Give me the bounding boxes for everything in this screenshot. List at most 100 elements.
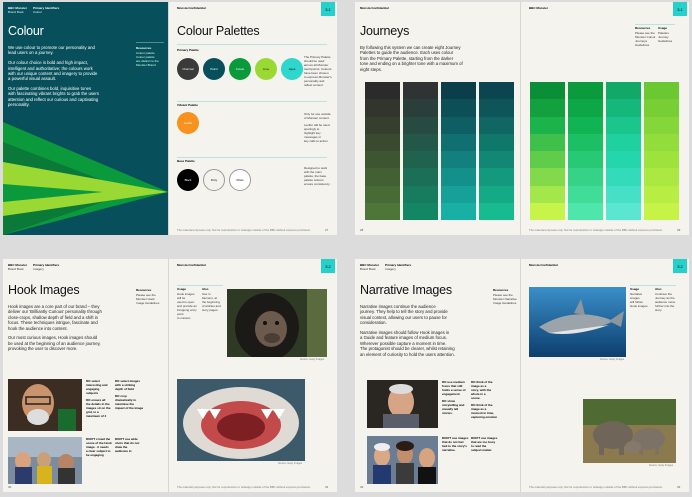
narrative-intro-text: Narrative images continue the audience jo…	[360, 304, 488, 357]
chapter-label: Monsta Confidential	[177, 263, 206, 267]
swatch-black[interactable]: Black	[177, 169, 199, 191]
swatch-aqua[interactable]: Aqua	[281, 58, 303, 80]
text-line: story pages.	[202, 308, 219, 312]
journey-step	[403, 82, 438, 100]
journey-step	[441, 168, 476, 186]
journey-step	[568, 133, 603, 151]
page-fold	[520, 259, 521, 492]
journey-step	[530, 151, 565, 169]
section-tab[interactable]: 3.2	[673, 259, 687, 273]
text-line: personality.	[8, 102, 30, 108]
photo-caption: Source: Getty Images	[649, 464, 674, 467]
also-text: Use in banners, at the beginning of article…	[202, 292, 226, 312]
primary-note: The Primary Palette should be used across …	[304, 55, 334, 87]
resources-text: Please see the Monster Narrative Image Gui…	[493, 293, 519, 305]
hook-photo-people	[8, 437, 82, 484]
journey-step	[479, 151, 514, 169]
text-line: provoking the user to discover more.	[8, 346, 78, 352]
journey-step	[606, 168, 641, 186]
text-line: intriguing entry point	[177, 308, 197, 316]
journey-step	[365, 116, 400, 134]
journey-step	[441, 99, 476, 117]
narrative-photo-elephants	[583, 399, 676, 463]
text-line: audience in	[115, 449, 132, 453]
journey-step	[403, 202, 438, 220]
footer-text: The material purposes only. Not for repr…	[177, 228, 311, 232]
journey-palette-column	[479, 82, 514, 220]
footer-text: The material purposes only. Not for repr…	[529, 228, 663, 232]
journey-step	[606, 116, 641, 134]
swatch-lucifer[interactable]: Lucifer	[177, 112, 199, 134]
text-line: be engaging	[86, 453, 104, 457]
text-line: maximum of 4	[86, 414, 107, 418]
page-number: 28	[360, 228, 364, 232]
text-line: capturing emotion	[471, 415, 498, 419]
rule	[177, 285, 223, 286]
text-line: Hook images.	[630, 304, 649, 308]
base-note: Designed to work with the main palette, th…	[304, 166, 334, 186]
resources-label: Resources	[635, 26, 651, 30]
journey-step	[441, 116, 476, 134]
spread-journeys: Monsta Confidential Journeys By followin…	[355, 2, 689, 235]
brand-line2: Brand Book	[8, 267, 24, 271]
swatch-white[interactable]: White	[229, 169, 251, 191]
text-line: key calls to action.	[304, 139, 329, 143]
journey-step	[530, 99, 565, 117]
journey-step	[365, 133, 400, 151]
journey-palette-column	[568, 82, 603, 220]
colour-intro-text: We use colour to promote our personality…	[8, 45, 128, 108]
narrative-photo-shark	[529, 287, 626, 357]
text-line: Monster Brand	[136, 63, 156, 67]
narrative-photo-group	[367, 436, 438, 484]
journey-step	[568, 151, 603, 169]
journey-step	[441, 82, 476, 100]
also-label: Also	[655, 287, 662, 291]
journey-step	[568, 82, 603, 100]
also-label: Also	[202, 287, 209, 291]
swatch-petrol[interactable]: Petrol	[203, 58, 225, 80]
journey-step	[644, 116, 679, 134]
dont-note-2: DON'T use images that are too busy to read…	[471, 436, 501, 452]
vibrant-note: Only for use outside of Monster content. L…	[304, 112, 334, 143]
journey-step	[644, 99, 679, 117]
page-title: Journeys	[360, 24, 410, 38]
page-fold	[520, 2, 521, 235]
text-line: stories.	[442, 411, 453, 415]
text-line: impact of the image	[115, 406, 144, 410]
swatch-forest[interactable]: Forest	[229, 58, 251, 80]
journey-step	[606, 99, 641, 117]
section-tab[interactable]: 3.1	[321, 2, 335, 16]
section-name: Imagery	[33, 267, 44, 271]
journey-step	[606, 82, 641, 100]
rule	[177, 101, 327, 102]
chapter-label: Monsta Confidential	[177, 6, 206, 10]
journey-step	[530, 133, 565, 151]
rule	[635, 24, 675, 25]
journey-palette-column	[606, 82, 641, 220]
photo-caption: Source: Getty Images	[278, 462, 303, 465]
journey-step	[644, 151, 679, 169]
dont-note-1: DON'T crowd the scene of the Hook image - …	[86, 437, 114, 457]
resources-label: Resources	[136, 46, 152, 50]
journey-step	[365, 202, 400, 220]
page-fold	[168, 259, 169, 492]
text-line: Image Guidelines	[136, 301, 160, 305]
chapter-label: Monsta Confidential	[529, 263, 558, 267]
swatch-putty[interactable]: Putty	[203, 169, 225, 191]
journey-step	[403, 185, 438, 203]
brand-line2: Brand Book	[360, 267, 376, 271]
section-tab[interactable]: 3.2	[321, 259, 335, 273]
text-line: ensure consistency.	[304, 182, 331, 186]
dont-note-2: DON'T use wide shots that do not draw the a…	[115, 437, 145, 453]
do-note-1: DO use medium focus that still holds a sen…	[442, 380, 470, 415]
swatch-lime[interactable]: Lime	[255, 58, 277, 80]
footer-text: The material purposes only. Not for repr…	[177, 485, 311, 489]
journey-step	[403, 99, 438, 117]
hook-photo-shark-mouth	[177, 379, 305, 461]
text-line: Guidelines	[658, 39, 673, 43]
journey-palette-column	[403, 82, 438, 220]
swatch-charcoal[interactable]: Charcoal	[177, 58, 199, 80]
journey-step	[403, 116, 438, 134]
section-tab[interactable]: 3.1	[673, 2, 687, 16]
page-number: 29	[677, 228, 681, 232]
